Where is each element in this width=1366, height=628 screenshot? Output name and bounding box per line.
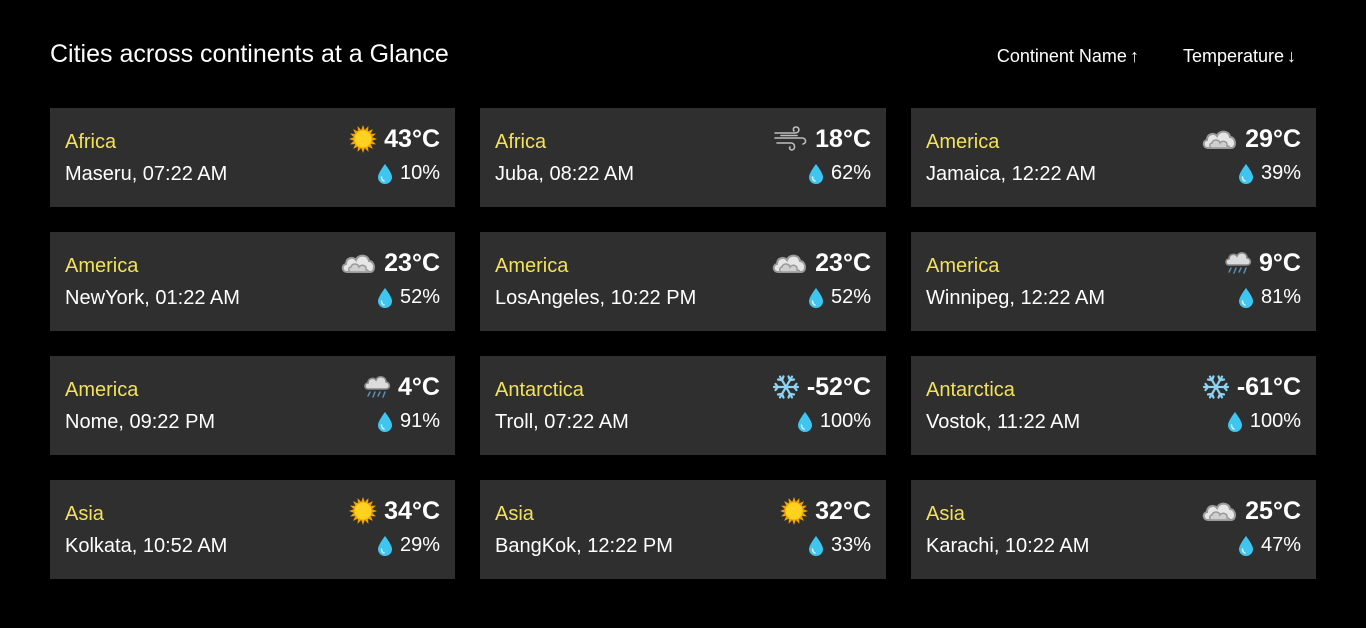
- humidity-value: 91%: [399, 410, 440, 432]
- humidity-value: 81%: [1260, 286, 1301, 308]
- wind-icon: [773, 124, 809, 154]
- sort-continent-label: Continent Name: [996, 46, 1127, 66]
- continent-label: America: [926, 131, 1000, 153]
- continent-label: America: [65, 379, 139, 401]
- city-card[interactable]: America LosAngeles, 10:22 PM 23°C 52%: [480, 232, 886, 331]
- city-time-label: BangKok, 12:22 PM: [495, 535, 673, 557]
- continent-label: Africa: [65, 131, 117, 153]
- city-time-label: LosAngeles, 10:22 PM: [495, 287, 697, 309]
- water-drop-icon: [807, 287, 825, 309]
- continent-label: America: [65, 255, 139, 277]
- cloud-icon: [340, 248, 378, 278]
- temperature-value: 23°C: [384, 248, 440, 277]
- sort-temperature-label: Temperature: [1182, 46, 1284, 66]
- humidity-value: 100%: [819, 410, 871, 432]
- temperature-value: 4°C: [398, 372, 440, 401]
- city-card[interactable]: Africa Juba, 08:22 AM 18°C 62%: [480, 108, 886, 207]
- continent-label: Asia: [65, 503, 104, 525]
- city-card[interactable]: Asia Kolkata, 10:52 AM 34°C 29%: [50, 480, 455, 579]
- continent-label: Antarctica: [926, 379, 1015, 401]
- continent-label: Asia: [495, 503, 534, 525]
- cloud-icon: [1201, 124, 1239, 154]
- sort-by-continent-button[interactable]: Continent Name ↑: [997, 46, 1139, 67]
- sun-icon: [779, 496, 809, 526]
- sort-by-temperature-button[interactable]: Temperature ↓: [1183, 46, 1296, 67]
- temperature-value: -61°C: [1236, 372, 1301, 401]
- humidity-value: 52%: [399, 286, 440, 308]
- water-drop-icon: [807, 535, 825, 557]
- water-drop-icon: [376, 411, 394, 433]
- city-card[interactable]: Antarctica Vostok, 11:22 AM -61°C 100%: [911, 356, 1316, 455]
- city-card-grid: Africa Maseru, 07:22 AM 43°C 10% Africa …: [50, 108, 1316, 579]
- water-drop-icon: [807, 163, 825, 185]
- city-time-label: Vostok, 11:22 AM: [926, 411, 1081, 433]
- cloud-icon: [1201, 496, 1239, 526]
- page-title: Cities across continents at a Glance: [50, 40, 449, 68]
- city-card[interactable]: America Jamaica, 12:22 AM 29°C 39%: [911, 108, 1316, 207]
- temperature-value: 23°C: [815, 248, 871, 277]
- humidity-value: 62%: [830, 162, 871, 184]
- arrow-down-icon: ↓: [1287, 46, 1296, 66]
- rain-cloud-icon: [1223, 248, 1253, 278]
- temperature-value: 43°C: [384, 124, 440, 153]
- city-card[interactable]: Antarctica Troll, 07:22 AM -52°C 100%: [480, 356, 886, 455]
- city-time-label: Juba, 08:22 AM: [495, 163, 634, 185]
- continent-label: Africa: [495, 131, 547, 153]
- temperature-value: 25°C: [1245, 496, 1301, 525]
- temperature-value: 29°C: [1245, 124, 1301, 153]
- city-card[interactable]: Africa Maseru, 07:22 AM 43°C 10%: [50, 108, 455, 207]
- water-drop-icon: [1237, 287, 1255, 309]
- city-time-label: Karachi, 10:22 AM: [926, 535, 1090, 557]
- water-drop-icon: [1237, 163, 1255, 185]
- city-card[interactable]: America Nome, 09:22 PM 4°C 91%: [50, 356, 455, 455]
- city-card[interactable]: America Winnipeg, 12:22 AM 9°C 81%: [911, 232, 1316, 331]
- cloud-icon: [771, 248, 809, 278]
- city-time-label: Winnipeg, 12:22 AM: [926, 287, 1105, 309]
- humidity-value: 47%: [1260, 534, 1301, 556]
- humidity-value: 100%: [1249, 410, 1301, 432]
- temperature-value: 18°C: [815, 124, 871, 153]
- temperature-value: 32°C: [815, 496, 871, 525]
- continent-label: Antarctica: [495, 379, 584, 401]
- water-drop-icon: [376, 287, 394, 309]
- water-drop-icon: [796, 411, 814, 433]
- water-drop-icon: [1226, 411, 1244, 433]
- city-card[interactable]: Asia Karachi, 10:22 AM 25°C 47%: [911, 480, 1316, 579]
- page-header: Cities across continents at a Glance Con…: [50, 38, 1316, 74]
- city-time-label: Kolkata, 10:52 AM: [65, 535, 228, 557]
- city-time-label: Maseru, 07:22 AM: [65, 163, 228, 185]
- water-drop-icon: [1237, 535, 1255, 557]
- arrow-up-icon: ↑: [1129, 46, 1139, 66]
- water-drop-icon: [376, 535, 394, 557]
- humidity-value: 52%: [830, 286, 871, 308]
- temperature-value: 34°C: [384, 496, 440, 525]
- city-card[interactable]: America NewYork, 01:22 AM 23°C 52%: [50, 232, 455, 331]
- humidity-value: 39%: [1260, 162, 1301, 184]
- snowflake-icon: [771, 372, 801, 402]
- city-time-label: Jamaica, 12:22 AM: [926, 163, 1097, 185]
- sun-icon: [348, 124, 378, 154]
- temperature-value: -52°C: [806, 372, 871, 401]
- city-time-label: Troll, 07:22 AM: [495, 411, 629, 433]
- temperature-value: 9°C: [1259, 248, 1301, 277]
- snowflake-icon: [1201, 372, 1231, 402]
- humidity-value: 33%: [830, 534, 871, 556]
- humidity-value: 29%: [399, 534, 440, 556]
- sort-controls: Continent Name ↑ Temperature ↓: [997, 46, 1296, 67]
- continent-label: America: [926, 255, 1000, 277]
- continent-label: America: [495, 255, 569, 277]
- sun-icon: [348, 496, 378, 526]
- city-time-label: Nome, 09:22 PM: [65, 411, 216, 433]
- water-drop-icon: [376, 163, 394, 185]
- rain-cloud-icon: [362, 372, 392, 402]
- city-time-label: NewYork, 01:22 AM: [65, 287, 240, 309]
- humidity-value: 10%: [399, 162, 440, 184]
- city-card[interactable]: Asia BangKok, 12:22 PM 32°C 33%: [480, 480, 886, 579]
- continent-label: Asia: [926, 503, 965, 525]
